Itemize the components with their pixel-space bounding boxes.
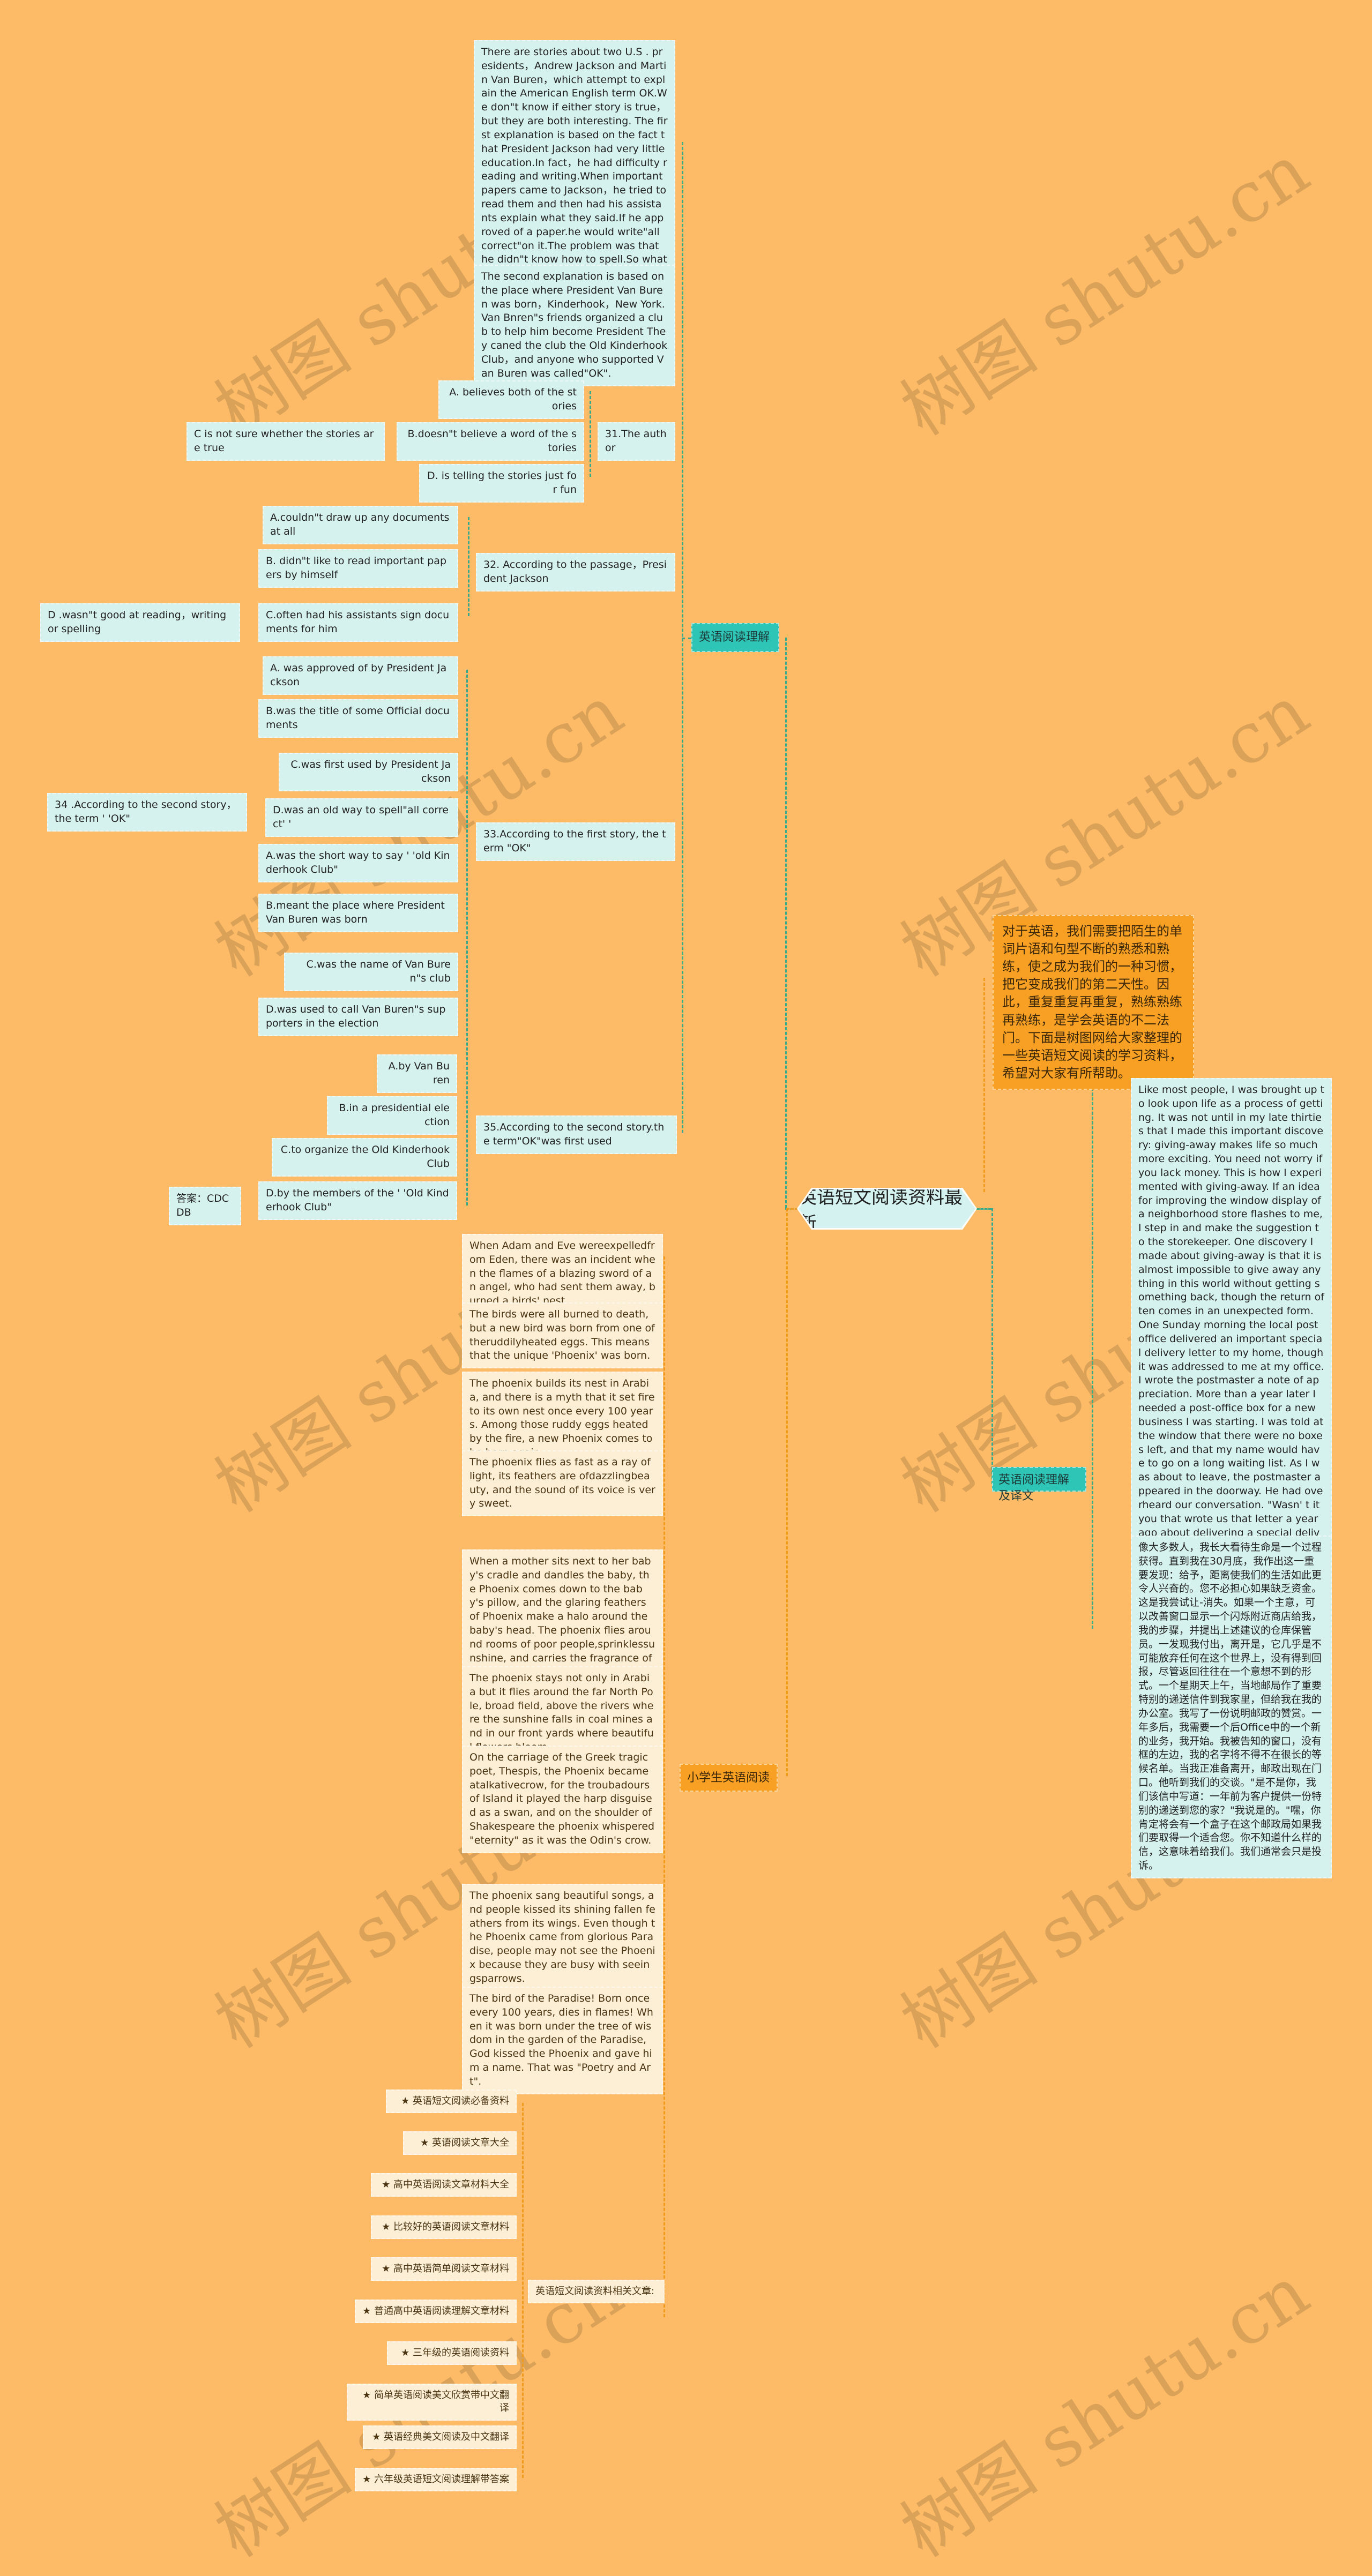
question-node[interactable]: 33.According to the first story, the ter… [476,822,675,861]
star-icon: ★ [382,2221,391,2233]
branch-primary-reading[interactable]: 小学生英语阅读 [680,1764,778,1792]
option-node[interactable]: A.by Van Buren [377,1054,457,1093]
star-icon: ★ [382,2263,391,2274]
star-icon: ★ [362,2474,371,2485]
story-passage: The phoenix sang beautiful songs, and pe… [462,1884,663,1991]
option-node[interactable]: A. was approved of by President Jackson [263,656,458,695]
passage-node: The second explanation is based on the p… [474,265,675,386]
root-node[interactable]: 英语短文阅读资料最新 [799,1189,975,1228]
related-articles-heading: 英语短文阅读资料相关文章: [528,2280,665,2304]
intro-note: 对于英语，我们需要把陌生的单词片语和句型不断的熟悉和熟练，使之成为我们的一种习惯… [993,915,1194,1090]
option-node[interactable]: D.was an old way to spell"all correct' ' [265,798,458,837]
story-passage: The bird of the Paradise! Born once ever… [462,1987,663,2094]
star-icon: ★ [372,2431,381,2443]
option-node[interactable]: C.was first used by President Jackson [279,753,458,791]
connector [466,670,468,1205]
star-icon: ★ [362,2390,371,2401]
connector [786,1208,798,1210]
option-node[interactable]: A.was the short way to say ' 'old Kinder… [258,844,458,882]
story-passage: The phoenix flies as fast as a ray of li… [462,1450,663,1517]
connector [682,638,691,639]
related-link[interactable]: ★ 普通高中英语阅读理解文章材料 [355,2300,517,2324]
option-node[interactable]: B. didn"t like to read important papers … [258,549,458,588]
option-node[interactable]: D.by the members of the ' 'Old Kinderhoo… [258,1181,457,1220]
option-node[interactable]: B.in a presidential election [327,1096,457,1135]
star-icon: ★ [382,2179,391,2190]
story-passage: On the carriage of the Greek tragic poet… [462,1746,663,1853]
option-node[interactable]: B.was the title of some Official documen… [258,699,458,738]
option-node[interactable]: C.to organize the Old Kinderhook Club [272,1138,457,1177]
option-node[interactable]: A.couldn"t draw up any documents at all [263,506,458,544]
connector [522,2103,524,2478]
related-link[interactable]: ★ 英语经典美文阅读及中文翻译 [363,2425,517,2450]
branch-translation[interactable]: 英语阅读理解及译文 [992,1467,1086,1503]
related-link[interactable]: ★ 英语短文阅读必备资料 [386,2090,517,2114]
story-passage: When a mother sits next to her baby's cr… [462,1549,663,1685]
related-link[interactable]: ★ 英语阅读文章大全 [403,2131,517,2155]
related-link[interactable]: ★ 六年级英语短文阅读理解带答案 [355,2468,517,2492]
question-node[interactable]: 35.According to the second story.the ter… [476,1115,677,1154]
option-node[interactable]: C.was the name of Van Buren"s club [284,953,458,991]
connector [983,978,985,1192]
star-icon: ★ [401,2347,410,2358]
option-node[interactable]: C.often had his assistants sign document… [258,603,458,642]
answer-note: D .wasn"t good at reading，writing or spe… [40,603,240,642]
option-node[interactable]: A. believes both of the stories [438,380,584,419]
connector [663,1256,665,2317]
star-icon: ★ [420,2137,429,2148]
related-link[interactable]: ★ 简单英语阅读美文欣赏带中文翻译 [347,2384,517,2421]
connector [786,1208,788,1776]
question-node[interactable]: 31.The author [598,422,675,461]
connector [468,517,469,616]
connector [991,1208,993,1484]
question-node[interactable]: 34 .According to the second story，the te… [47,793,247,832]
option-node[interactable]: D. is telling the stories just for fun [419,464,584,503]
chinese-translation: 像大多数人，我长大看待生命是一个过程获得。直到我在30月底，我作出这一重要发现：… [1131,1536,1332,1878]
story-passage: The birds were all burned to death, but … [462,1302,663,1369]
related-link[interactable]: ★ 高中英语简单阅读文章材料 [371,2257,517,2281]
option-node[interactable]: B.meant the place where President Van Bu… [258,894,458,932]
connector [590,391,591,477]
question-node[interactable]: 32. According to the passage，President J… [476,553,675,591]
connector [1092,1088,1093,1629]
watermark: 树图 shutu.cn [887,2250,1323,2573]
branch-reading-comprehension[interactable]: 英语阅读理解 [691,623,779,652]
related-link[interactable]: ★ 比较好的英语阅读文章材料 [371,2215,517,2240]
connector [976,1208,991,1210]
star-icon: ★ [362,2305,371,2317]
related-link[interactable]: ★ 高中英语阅读文章材料大全 [371,2173,517,2197]
story-passage: When Adam and Eve wereexpelledfrom Eden,… [462,1234,663,1314]
watermark: 树图 shutu.cn [887,129,1323,451]
answer-note: C is not sure whether the stories are tr… [187,422,385,461]
connector [785,638,787,1208]
option-node[interactable]: D.was used to call Van Buren"s supporter… [258,998,458,1036]
related-link[interactable]: ★ 三年级的英语阅读资料 [387,2341,517,2365]
star-icon: ★ [401,2095,410,2107]
answer-key: 答案：CDCDB [169,1187,241,1225]
option-node[interactable]: B.doesn"t believe a word of the stories [397,422,584,461]
